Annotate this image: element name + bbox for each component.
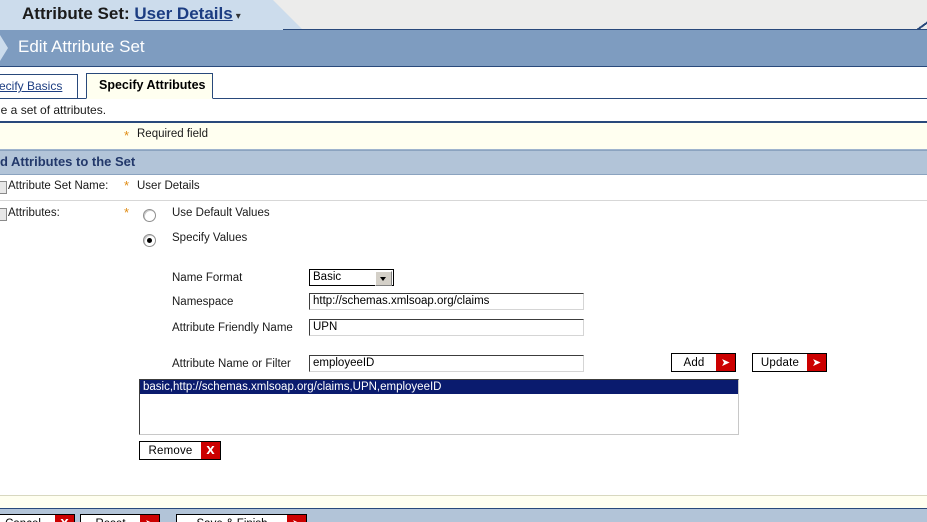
reset-button-label: Reset (81, 518, 140, 522)
value-attribute-set-name: User Details (137, 180, 200, 192)
chevron-down-icon[interactable]: ▾ (236, 11, 241, 22)
breadcrumb-tab-edge (916, 0, 927, 30)
save-and-finish-button[interactable]: Save & Finish ➤ (176, 514, 307, 522)
required-asterisk-set-name-icon: * (124, 178, 130, 193)
attribute-form: Attribute Set Name: * User Details Attri… (0, 175, 927, 488)
tab-specify-basics[interactable]: ecify Basics (0, 74, 78, 98)
arrow-right-icon-update: ➤ (807, 354, 826, 371)
close-icon-cancel: X (55, 515, 74, 522)
save-and-finish-button-label: Save & Finish (177, 518, 287, 522)
label-attribute-set-name: Attribute Set Name: (8, 180, 109, 192)
section-header-label: dd Attributes to the Set (0, 154, 136, 169)
input-attribute-name-or-filter[interactable]: employeeID (309, 355, 584, 372)
required-asterisk-attributes-icon: * (124, 205, 130, 220)
tab-specify-basics-label: ecify Basics (0, 79, 63, 93)
label-attribute-name-or-filter: Attribute Name or Filter (172, 358, 291, 370)
input-namespace[interactable]: http://schemas.xmlsoap.org/claims (309, 293, 584, 310)
label-namespace: Namespace (172, 296, 234, 308)
arrow-right-icon-add: ➤ (716, 354, 735, 371)
close-icon-remove: X (201, 442, 220, 459)
tab-specify-attributes-label: Specify Attributes (99, 78, 206, 92)
select-name-format-value: Basic (313, 271, 342, 283)
add-button-label: Add (683, 356, 705, 369)
section-header-add-attributes: dd Attributes to the Set (0, 150, 927, 175)
help-icon-attributes[interactable] (0, 208, 7, 221)
label-attributes: Attributes: (8, 207, 60, 219)
remove-button-label: Remove (148, 444, 193, 457)
update-button[interactable]: Update ➤ (752, 353, 827, 372)
cancel-button[interactable]: Cancel X (0, 514, 75, 522)
page-title-bar: Edit Attribute Set (0, 30, 927, 67)
arrow-right-icon-save: ➤ (287, 515, 306, 522)
breadcrumb-rule (283, 29, 927, 30)
update-button-label: Update (760, 356, 800, 369)
tab-bar: ecify Basics Specify Attributes (0, 67, 927, 99)
tab-specify-attributes[interactable]: Specify Attributes (86, 73, 213, 99)
footer-spacer (0, 495, 927, 509)
label-attribute-friendly-name: Attribute Friendly Name (172, 322, 293, 334)
select-name-format[interactable]: Basic (309, 269, 394, 286)
required-field-label: Required field (137, 128, 208, 140)
radio-use-default-values[interactable] (143, 209, 156, 222)
reset-button[interactable]: Reset ➤ (80, 514, 160, 522)
breadcrumb-prefix: Attribute Set: (22, 4, 130, 23)
list-item[interactable]: basic,http://schemas.xmlsoap.org/claims,… (140, 380, 738, 394)
arrow-right-icon-reset: ➤ (140, 515, 159, 522)
breadcrumb-bar: Attribute Set: User Details ▾ (0, 0, 927, 30)
remove-button[interactable]: Remove X (139, 441, 221, 460)
breadcrumb-link-user-details[interactable]: User Details (134, 4, 232, 23)
chevron-right-icon (0, 30, 8, 66)
cancel-button-label: Cancel (0, 518, 55, 522)
required-asterisk-icon: * (124, 128, 130, 143)
required-field-note: * Required field (0, 123, 927, 150)
radio-specify-values-label: Specify Values (172, 232, 248, 244)
label-name-format: Name Format (172, 272, 243, 284)
input-attribute-friendly-name[interactable]: UPN (309, 319, 584, 336)
radio-use-default-values-label: Use Default Values (172, 207, 270, 219)
row-divider-1 (0, 200, 927, 201)
radio-specify-values[interactable] (143, 234, 156, 247)
help-icon-set-name[interactable] (0, 181, 7, 194)
add-button[interactable]: Add ➤ (671, 353, 736, 372)
attributes-listbox[interactable]: basic,http://schemas.xmlsoap.org/claims,… (139, 379, 739, 435)
intro-text: ne a set of attributes. (0, 99, 927, 121)
chevron-down-icon-name-format[interactable] (375, 271, 392, 286)
edit-attribute-set-page: Attribute Set: User Details ▾ Edit Attrib… (0, 0, 927, 522)
page-title: Edit Attribute Set (18, 37, 145, 56)
intro-text-label: ne a set of attributes. (0, 103, 107, 117)
footer-bar: Cancel X Reset ➤ Save & Finish ➤ (0, 508, 927, 522)
breadcrumb: Attribute Set: User Details ▾ (22, 4, 241, 24)
